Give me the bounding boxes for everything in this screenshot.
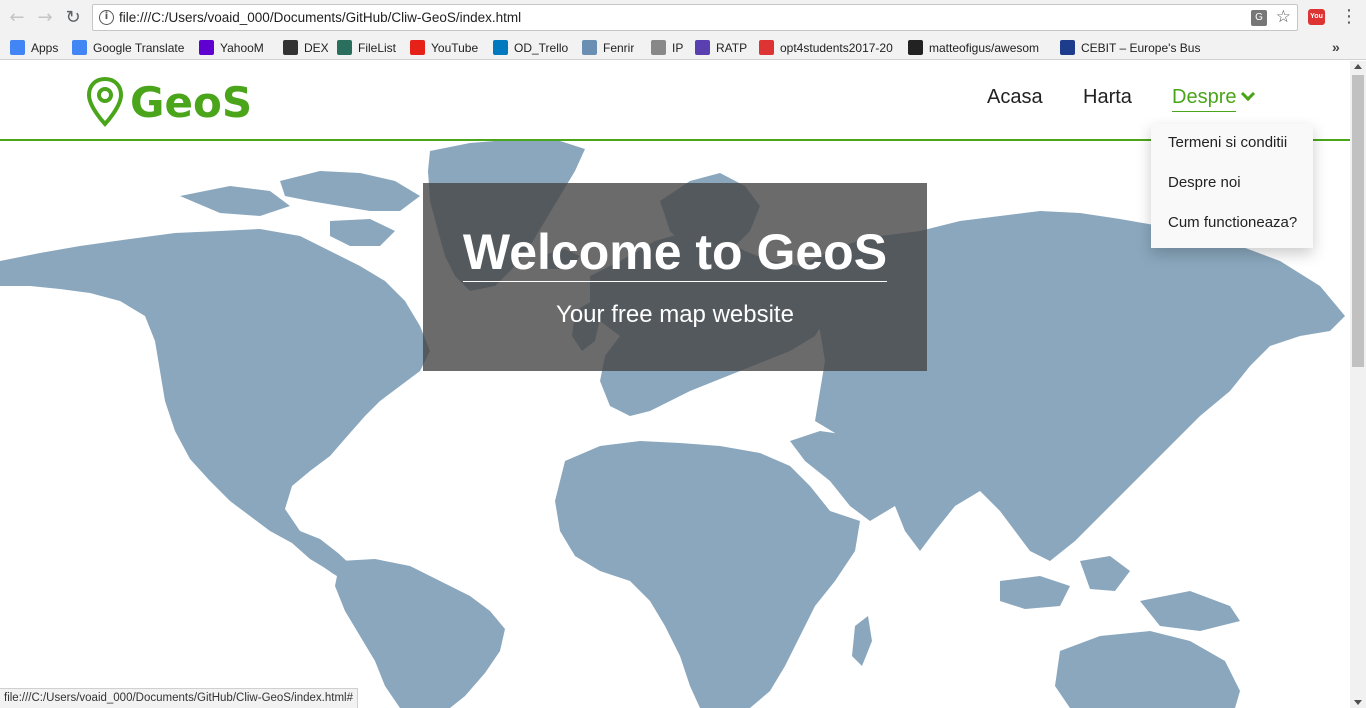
bookmark-label: DEX bbox=[304, 40, 328, 55]
site-header: GeoS Acasa Harta Despre bbox=[0, 61, 1350, 141]
bookmarks-bar: Apps Google Translate YahooM DEX FileList You… bbox=[0, 35, 1366, 60]
location-pin-icon bbox=[86, 76, 124, 127]
forward-icon[interactable]: → bbox=[34, 7, 56, 29]
bookmark-label: Apps bbox=[31, 40, 59, 55]
bookmark-label: CEBIT – Europe's Busi bbox=[1081, 40, 1200, 55]
web-page: GeoS Acasa Harta Despre Termeni si condi… bbox=[0, 61, 1350, 708]
bookmark-item[interactable]: matteofigus/awesom bbox=[908, 38, 1039, 57]
scroll-down-arrow-icon[interactable] bbox=[1354, 700, 1362, 705]
dropdown-item-how-it-works[interactable]: Cum functioneaza? bbox=[1168, 214, 1297, 231]
reload-icon[interactable]: ↻ bbox=[62, 7, 84, 29]
bookmark-favicon-icon bbox=[410, 40, 425, 55]
nav-despre[interactable]: Despre bbox=[1172, 86, 1237, 112]
bookmark-favicon-icon bbox=[651, 40, 666, 55]
despre-dropdown-menu: Termeni si conditii Despre noi Cum funct… bbox=[1151, 124, 1313, 248]
bookmark-favicon-icon bbox=[695, 40, 710, 55]
bookmark-favicon-icon bbox=[493, 40, 508, 55]
bookmarks-overflow-icon[interactable]: » bbox=[1332, 39, 1340, 55]
back-icon[interactable]: ← bbox=[6, 7, 28, 29]
bookmark-label: Google Translate bbox=[93, 40, 185, 55]
bookmark-favicon-icon bbox=[199, 40, 214, 55]
bookmark-item[interactable]: FileList bbox=[337, 38, 396, 57]
bookmark-item[interactable]: YouTube bbox=[410, 38, 478, 57]
translate-icon[interactable]: G bbox=[1251, 10, 1267, 26]
bookmark-favicon-icon bbox=[72, 40, 87, 55]
bookmark-item[interactable]: IP bbox=[651, 38, 683, 57]
bookmark-label: IP bbox=[672, 40, 684, 55]
nav-acasa[interactable]: Acasa bbox=[987, 86, 1043, 109]
bookmark-item[interactable]: DEX bbox=[283, 38, 328, 57]
bookmark-item[interactable]: opt4students2017-20 bbox=[759, 38, 893, 57]
bookmark-label: matteofigus/awesom bbox=[929, 40, 1040, 55]
bookmark-favicon-icon bbox=[759, 40, 774, 55]
bookmark-favicon-icon bbox=[1060, 40, 1075, 55]
hero-divider bbox=[463, 281, 887, 282]
dropdown-item-about-us[interactable]: Despre noi bbox=[1168, 174, 1241, 191]
address-url[interactable]: file:///C:/Users/voaid_000/Documents/Git… bbox=[119, 10, 521, 25]
browser-toolbar: ← → ↻ i file:///C:/Users/voaid_000/Docum… bbox=[0, 0, 1366, 35]
bookmark-favicon-icon bbox=[908, 40, 923, 55]
nav-harta[interactable]: Harta bbox=[1083, 86, 1132, 109]
bookmark-item[interactable]: YahooM bbox=[199, 38, 264, 57]
scroll-thumb[interactable] bbox=[1352, 75, 1364, 367]
bookmark-label: YahooM bbox=[220, 40, 264, 55]
bookmark-favicon-icon bbox=[582, 40, 597, 55]
logo-text: GeoS bbox=[130, 77, 253, 127]
youtube-extension-icon[interactable]: You bbox=[1308, 9, 1325, 25]
bookmark-favicon-icon bbox=[283, 40, 298, 55]
bookmark-item[interactable]: Google Translate bbox=[72, 38, 184, 57]
status-bar-url: file:///C:/Users/voaid_000/Documents/Git… bbox=[0, 688, 358, 708]
bookmark-favicon-icon bbox=[337, 40, 352, 55]
dropdown-item-terms[interactable]: Termeni si conditii bbox=[1168, 134, 1287, 151]
hero-subtitle: Your free map website bbox=[556, 301, 794, 328]
address-bar[interactable]: i file:///C:/Users/voaid_000/Documents/G… bbox=[92, 4, 1298, 31]
bookmark-item[interactable]: RATP bbox=[695, 38, 747, 57]
bookmark-label: FileList bbox=[358, 40, 397, 55]
browser-menu-icon[interactable]: ⋮ bbox=[1340, 6, 1358, 27]
hero-title: Welcome to GeoS bbox=[462, 224, 888, 280]
site-logo[interactable]: GeoS bbox=[86, 76, 252, 128]
info-icon[interactable]: i bbox=[99, 10, 114, 25]
bookmark-favicon-icon bbox=[10, 40, 25, 55]
bookmark-star-icon[interactable]: ☆ bbox=[1276, 7, 1291, 27]
bookmark-item[interactable]: Apps bbox=[10, 38, 58, 57]
bookmark-label: Fenrir bbox=[603, 40, 635, 55]
page-scrollbar[interactable] bbox=[1350, 61, 1366, 708]
chevron-down-icon[interactable] bbox=[1240, 86, 1256, 102]
scroll-up-arrow-icon[interactable] bbox=[1354, 64, 1362, 69]
bookmark-label: YouTube bbox=[431, 40, 479, 55]
bookmark-label: opt4students2017-20 bbox=[780, 40, 893, 55]
bookmark-label: RATP bbox=[716, 40, 748, 55]
hero-banner: Welcome to GeoS Your free map website bbox=[423, 183, 927, 371]
bookmark-item[interactable]: Fenrir bbox=[582, 38, 634, 57]
world-map bbox=[0, 139, 1345, 708]
bookmark-item[interactable]: CEBIT – Europe's Busi bbox=[1060, 38, 1200, 57]
bookmark-item[interactable]: OD_Trello bbox=[493, 38, 568, 57]
bookmark-label: OD_Trello bbox=[514, 40, 569, 55]
